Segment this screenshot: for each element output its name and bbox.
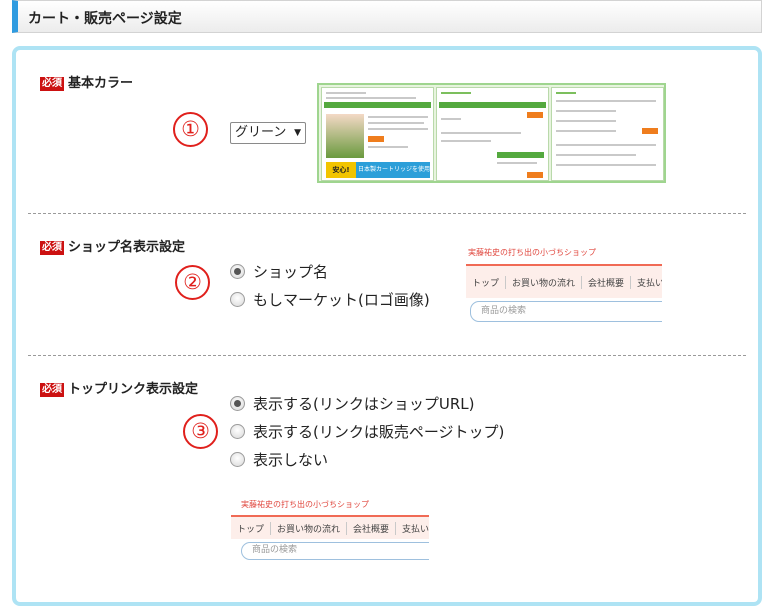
shop-name-preview: 実藤祐史の打ち出の小づちショップ トップ お買い物の流れ 会社概要 支払い・配 …: [466, 244, 662, 328]
required-badge: 必須: [40, 241, 64, 255]
section-label-top-link: 必須 トップリンク表示設定: [40, 382, 199, 397]
radio-button[interactable]: [230, 291, 245, 307]
base-color-select-value: グリーン: [235, 125, 287, 140]
preview-banner: 安心! 日本製カートリッジを使用!: [326, 162, 432, 178]
page-title: カート・販売ページ設定: [28, 11, 182, 27]
shop-name-option-logo-image[interactable]: もしマーケット(ロゴ画像): [230, 288, 430, 310]
preview-column: 安心! 日本製カートリッジを使用!: [321, 87, 434, 181]
radio-button[interactable]: [230, 451, 245, 467]
top-link-option-hide[interactable]: 表示しない: [230, 448, 328, 470]
base-color-select[interactable]: グリーン ▼: [230, 122, 306, 144]
shop-name-option-shop-name[interactable]: ショップ名: [230, 260, 328, 282]
required-badge: 必須: [40, 77, 64, 91]
top-link-option-shop-url[interactable]: 表示する(リンクはショップURL): [230, 392, 474, 414]
radio-button[interactable]: [230, 395, 245, 411]
section-label-shop-name: 必須 ショップ名表示設定: [40, 240, 186, 255]
base-color-preview-image: 安心! 日本製カートリッジを使用!: [317, 83, 666, 183]
top-link-preview: 実藤祐史の打ち出の小づちショップ トップ お買い物の流れ 会社概要 支払い・配送…: [231, 495, 429, 567]
step-number-2: ②: [175, 265, 210, 300]
radio-button[interactable]: [230, 263, 245, 279]
page-header: カート・販売ページ設定: [12, 0, 762, 33]
step-number-1: ①: [173, 112, 208, 147]
step-number-3: ③: [183, 414, 218, 449]
required-badge: 必須: [40, 383, 64, 397]
preview-column: [551, 87, 664, 181]
chevron-down-icon: ▼: [294, 128, 301, 138]
section-divider: [28, 213, 746, 214]
section-label-base-color: 必須 基本カラー: [40, 76, 134, 91]
preview-column: [436, 87, 549, 181]
top-link-option-sales-top[interactable]: 表示する(リンクは販売ページトップ): [230, 420, 504, 442]
section-divider: [28, 355, 746, 356]
radio-button[interactable]: [230, 423, 245, 439]
